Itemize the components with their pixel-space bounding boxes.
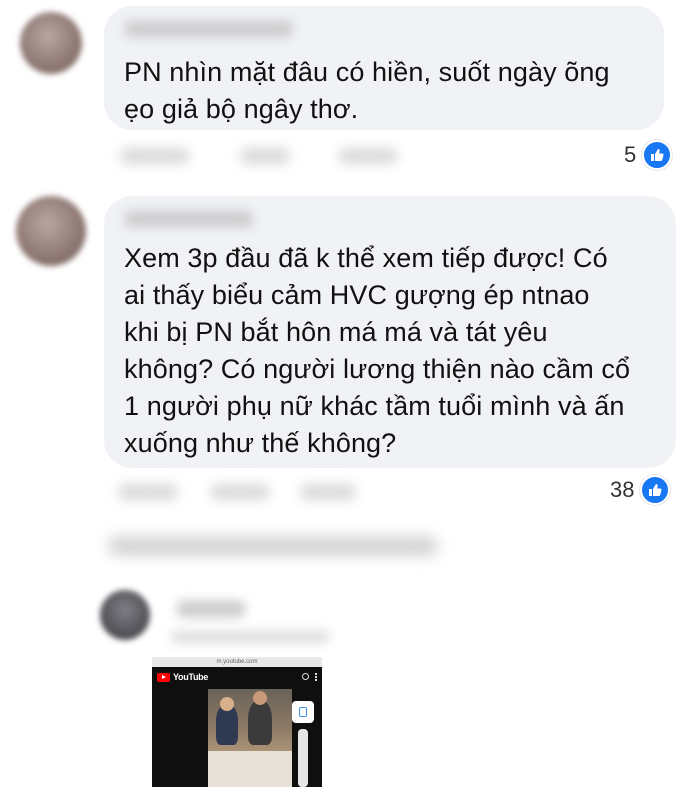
reaction-summary[interactable]: 5	[624, 140, 673, 170]
commenter-avatar[interactable]	[20, 12, 82, 74]
like-action[interactable]	[118, 484, 178, 500]
youtube-logo-icon	[157, 672, 170, 682]
comment-text-line: Xem 3p đầu đã k thể xem tiếp được! Có	[124, 243, 608, 273]
comment-text-line: PN nhìn mặt đâu có hiền, suốt ngày õng	[124, 57, 610, 87]
person-figure	[253, 691, 267, 705]
comment-text-line: 1 người phụ nữ khác tầm tuổi mình và ấn	[124, 391, 625, 421]
reaction-count: 5	[624, 142, 637, 167]
reply-avatar[interactable]	[100, 590, 150, 640]
comment-text-line: ai thấy biểu cảm HVC gượng ép ntnao	[124, 280, 590, 310]
scrollbar[interactable]	[298, 729, 308, 787]
reaction-count: 38	[610, 477, 635, 502]
reply-action[interactable]	[240, 148, 290, 164]
comment-bubble: PN nhìn mặt đâu có hiền, suốt ngày õng ẹ…	[104, 6, 664, 130]
timestamp	[338, 148, 398, 164]
video-thumbnail	[208, 689, 292, 787]
reply-author-name[interactable]	[176, 600, 246, 618]
comment-text-line: không? Có người lương thiện nào cầm cổ	[124, 354, 631, 384]
commenter-avatar[interactable]	[16, 196, 86, 266]
view-replies-link[interactable]	[108, 536, 438, 556]
youtube-header: YouTube	[152, 667, 322, 687]
person-figure	[216, 705, 238, 745]
person-figure	[248, 701, 272, 745]
table	[208, 751, 292, 787]
commenter-name[interactable]	[124, 210, 254, 228]
comment-text-line: ẹo giả bộ ngây thơ.	[124, 94, 359, 124]
timestamp	[300, 484, 356, 500]
comment-text-line: xuống như thế không?	[124, 428, 397, 458]
search-icon	[302, 673, 309, 680]
like-icon	[640, 475, 671, 505]
comment-bubble: Xem 3p đầu đã k thể xem tiếp được! Có ai…	[104, 196, 676, 468]
like-action[interactable]	[120, 148, 190, 164]
attached-screenshot[interactable]: m.youtube.com YouTube	[152, 657, 322, 787]
reaction-summary[interactable]: 38	[610, 475, 671, 505]
browser-url: m.youtube.com	[152, 657, 322, 667]
commenter-name[interactable]	[124, 20, 294, 38]
youtube-brand: YouTube	[173, 672, 209, 682]
more-icon	[315, 673, 317, 681]
vibrate-icon	[292, 701, 314, 723]
person-figure	[220, 697, 234, 711]
reply-text	[170, 630, 330, 644]
reply-action[interactable]	[210, 484, 270, 500]
like-icon	[642, 140, 673, 170]
comment-text-line: khi bị PN bắt hôn má má và tát yêu	[124, 317, 548, 347]
